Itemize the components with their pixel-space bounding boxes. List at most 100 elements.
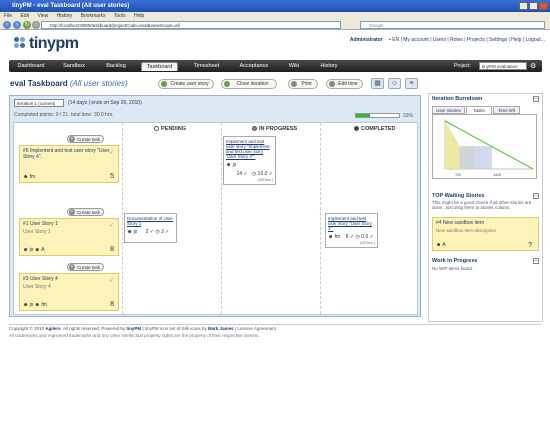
tab-taskboard[interactable]: Taskboard <box>141 62 178 71</box>
burndown-chart: 7/8 14/8 <box>432 114 537 179</box>
collapse-icon[interactable]: – <box>533 96 539 102</box>
task-card[interactable]: Implement and test user story "Implement… <box>223 136 276 185</box>
clock-icon: ◷ <box>251 171 257 177</box>
window-title: tinyPM - eval Taskboard (All user storie… <box>12 3 130 9</box>
task-owner: ☻ js <box>226 162 237 168</box>
tab-user-stories[interactable]: User Stories <box>432 106 465 114</box>
project-label: Project: <box>454 63 471 69</box>
menu-help[interactable]: Help <box>134 13 144 19</box>
top-waiting-title: TOP Waiting Stories <box>432 193 485 199</box>
user-icon: ☻ <box>23 174 29 180</box>
waiting-story-card[interactable]: #4 New sandbox item New sandbox item des… <box>432 217 539 251</box>
create-task-button[interactable]: + Create task <box>67 263 105 271</box>
story-description: User Story 4 <box>23 284 51 290</box>
menu-edit[interactable]: Edit <box>20 13 29 19</box>
menu-file[interactable]: File <box>4 13 12 19</box>
print-button[interactable]: Print <box>288 79 318 89</box>
tab-sandbox[interactable]: Sandbox <box>59 62 89 71</box>
app-logo[interactable]: tinypm <box>29 35 79 53</box>
story-check-icon[interactable]: ✓ <box>109 277 114 284</box>
task-title[interactable]: Implement and test user story "User Stor… <box>328 216 375 231</box>
license-link[interactable]: | License Agreement <box>235 326 276 331</box>
forward-icon[interactable]: › <box>13 21 21 29</box>
task-title[interactable]: Implement and test user story "Implement… <box>226 139 273 159</box>
story-description: User Story 1 <box>23 229 51 235</box>
back-icon[interactable]: ‹ <box>3 21 11 29</box>
user-name[interactable]: Administrator <box>350 37 383 43</box>
edit-time-button[interactable]: Edit time <box>326 79 363 89</box>
tab-backlog[interactable]: Backlog <box>101 62 131 71</box>
collapse-icon[interactable]: – <box>533 193 539 199</box>
iteration-progress-bar <box>355 113 400 118</box>
plus-icon <box>161 81 167 87</box>
create-task-button[interactable]: + Create task <box>67 208 105 216</box>
story-title[interactable]: #5 Implement and test user story "User S… <box>23 148 115 160</box>
story-points: 8 <box>110 301 114 308</box>
maximize-button[interactable] <box>529 2 538 10</box>
tab-acceptance[interactable]: Acceptance <box>235 62 273 71</box>
menu-tools[interactable]: Tools <box>114 13 126 19</box>
language-select[interactable]: EN <box>392 37 399 43</box>
story-title[interactable]: #3 User Story 4 <box>23 276 115 282</box>
waiting-story-title[interactable]: #4 New sandbox item <box>436 220 535 226</box>
tab-history[interactable]: History <box>315 62 343 71</box>
window-titlebar: tinyPM - eval Taskboard (All user storie… <box>0 0 550 12</box>
task-effort-note: (30 hrs.) <box>258 177 273 182</box>
burndown-xlabel: 14/8 <box>493 172 502 177</box>
story-title[interactable]: #1 User Story 1 <box>23 221 115 227</box>
story-points: 5 <box>110 173 114 180</box>
collapse-icon[interactable]: – <box>533 258 539 264</box>
taskboard-panel: Iteration 1 (current) (14 days | ends on… <box>9 95 421 317</box>
task-card[interactable]: Implement and test user story "User Stor… <box>325 213 378 248</box>
view-user-icon[interactable]: ☺ <box>388 78 401 89</box>
story-check-icon[interactable]: ✓ <box>109 149 114 156</box>
create-task-button[interactable]: + Create task <box>67 135 105 143</box>
footer-divider <box>9 324 541 325</box>
story-card[interactable]: #3 User Story 4 User Story 4 ✓ ☻ js ☻ fm… <box>19 273 119 311</box>
agilers-link[interactable]: Agilers <box>45 326 60 331</box>
project-select[interactable]: tinyPM evaluation <box>479 62 527 70</box>
menu-history[interactable]: History <box>57 13 73 19</box>
menu-bookmarks[interactable]: Bookmarks <box>81 13 106 19</box>
close-iteration-button[interactable]: Close iteration <box>221 79 277 89</box>
waiting-story-points: ? <box>528 242 532 249</box>
url-field[interactable]: http://localhost:8080/taskboard/projectC… <box>41 21 341 29</box>
browser-toolbar: ‹ › ↻ ⌂ http://localhost:8080/taskboard/… <box>0 20 550 30</box>
column-divider <box>122 123 123 314</box>
view-grid-icon[interactable]: ▦ <box>371 78 384 89</box>
task-card[interactable]: Documentation of User Story 1 ☻ js 2 ✓ ◷… <box>124 213 177 243</box>
main-nav: Dashboard Sandbox Backlog Taskboard Time… <box>9 60 542 72</box>
view-list-icon[interactable]: ≡ <box>405 78 418 89</box>
home-icon[interactable]: ⌂ <box>32 21 40 29</box>
taskboard-grid: PENDING IN PROGRESS COMPLETED + Create ta… <box>13 122 418 315</box>
story-check-icon[interactable]: ✓ <box>109 222 114 229</box>
create-story-button[interactable]: Create user story <box>158 79 214 89</box>
check-icon <box>224 81 230 87</box>
web-search-input[interactable]: Google <box>360 21 545 29</box>
task-title[interactable]: Documentation of User Story 1 <box>127 216 174 226</box>
completed-summary: Completed points: 0 / 21. total time: 30… <box>14 112 114 118</box>
iteration-info: (14 days | ends on Sep 20, 2010) <box>68 100 142 106</box>
user-icon: ☻ <box>436 242 442 248</box>
tab-dashboard[interactable]: Dashboard <box>14 62 48 71</box>
account-links[interactable]: | My account | Users | Roles | Projects … <box>401 37 545 43</box>
tinypm-link[interactable]: tinyPM <box>126 326 141 331</box>
story-card[interactable]: #1 User Story 1 User Story 1 ✓ ☻ js ☻ A … <box>19 218 119 256</box>
tab-tasks[interactable]: Tasks <box>466 106 492 114</box>
tab-wiki[interactable]: Wiki <box>284 62 304 71</box>
iteration-select[interactable]: Iteration 1 (current) <box>14 99 64 107</box>
close-window-button[interactable] <box>539 2 548 10</box>
column-header-in-progress: IN PROGRESS <box>252 126 297 132</box>
scope-label: (All user stories) <box>69 79 128 88</box>
minimize-button[interactable] <box>519 2 528 10</box>
menu-view[interactable]: View <box>37 13 48 19</box>
header-links: Administrator ▪ EN | My account | Users … <box>349 37 545 43</box>
settings-icon[interactable]: ⚙ <box>530 62 536 70</box>
in-progress-icon <box>252 126 257 132</box>
reload-icon[interactable]: ↻ <box>23 21 31 29</box>
tab-timesheet[interactable]: Timesheet <box>189 62 224 71</box>
tab-time-left[interactable]: Time left <box>493 106 520 114</box>
top-waiting-description: This might be a good choice if all other… <box>432 200 532 210</box>
author-link[interactable]: Mark James <box>208 326 234 331</box>
story-card[interactable]: #5 Implement and test user story "User S… <box>19 145 119 183</box>
